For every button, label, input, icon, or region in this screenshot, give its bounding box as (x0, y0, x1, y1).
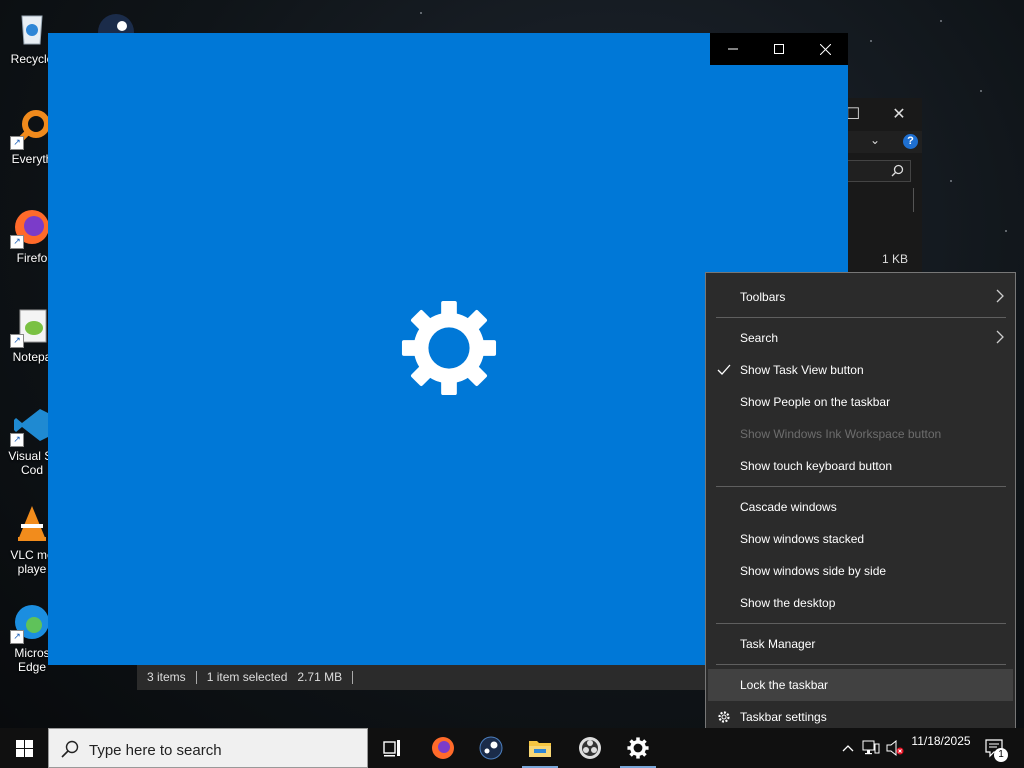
gear-icon (401, 300, 497, 396)
shortcut-arrow-icon: ↗ (10, 433, 24, 447)
file-explorer-icon (529, 741, 551, 757)
task-view-button[interactable] (368, 728, 416, 768)
settings-gear-icon (627, 737, 649, 759)
maximize-button[interactable] (756, 33, 802, 65)
search-icon (61, 740, 79, 758)
chevron-up-icon (842, 745, 854, 752)
menu-divider (716, 486, 1006, 487)
volume-muted-icon (886, 740, 904, 756)
taskbar-search-box[interactable] (48, 728, 368, 768)
notification-count-badge: 1 (994, 748, 1008, 762)
shortcut-arrow-icon: ↗ (10, 136, 24, 150)
tray-volume[interactable] (884, 728, 906, 768)
tray-network[interactable] (860, 728, 882, 768)
taskbar-obs[interactable] (566, 728, 614, 768)
menu-item-label: Show People on the taskbar (740, 395, 891, 409)
menu-item-show-desktop[interactable]: Show the desktop (708, 587, 1013, 619)
menu-item-label: Show Task View button (740, 363, 864, 377)
gear-icon (718, 711, 730, 723)
menu-item-show-task-view[interactable]: Show Task View button (708, 354, 1013, 386)
minimize-button[interactable] (710, 33, 756, 65)
shortcut-arrow-icon: ↗ (10, 235, 24, 249)
chevron-down-icon[interactable]: ⌄ (870, 133, 880, 147)
taskbar: 11/18/2025 1 (0, 728, 1024, 768)
taskbar-file-explorer[interactable] (516, 728, 564, 768)
menu-item-label: Cascade windows (740, 500, 837, 514)
window-titlebar-controls (710, 33, 848, 65)
menu-item-label: Lock the taskbar (740, 678, 829, 692)
status-size: 2.71 MB (297, 670, 343, 684)
checkmark-icon (717, 364, 731, 375)
status-items-count: 3 items (147, 670, 186, 684)
menu-item-show-people[interactable]: Show People on the taskbar (708, 386, 1013, 418)
edge-icon: ↗ (10, 602, 52, 644)
chevron-right-icon (996, 289, 1004, 303)
shortcut-arrow-icon: ↗ (10, 334, 24, 348)
taskbar-clock[interactable]: 11/18/2025 (906, 734, 976, 749)
menu-item-task-manager[interactable]: Task Manager (708, 628, 1013, 660)
start-button[interactable] (0, 728, 48, 768)
vlc-icon (12, 504, 52, 544)
steam-icon (479, 736, 503, 760)
menu-item-label: Show windows side by side (740, 564, 887, 578)
network-icon (862, 740, 880, 755)
menu-item-label: Show touch keyboard button (740, 459, 893, 473)
help-icon[interactable]: ? (903, 134, 918, 149)
menu-item-label: Toolbars (740, 290, 786, 304)
menu-item-label: Show Windows Ink Workspace button (740, 427, 942, 441)
taskbar-settings[interactable] (614, 728, 662, 768)
menu-item-label: Search (740, 331, 779, 345)
menu-item-cascade-windows[interactable]: Cascade windows (708, 491, 1013, 523)
menu-item-lock-taskbar[interactable]: Lock the taskbar (708, 669, 1013, 701)
task-view-icon (383, 740, 400, 757)
menu-item-search[interactable]: Search (708, 322, 1013, 354)
close-button[interactable]: ✕ (876, 98, 922, 130)
close-button[interactable] (802, 33, 848, 65)
menu-divider (716, 623, 1006, 624)
menu-item-label: Show windows stacked (740, 532, 865, 546)
menu-item-show-windows-stacked[interactable]: Show windows stacked (708, 523, 1013, 555)
menu-item-show-touch-keyboard[interactable]: Show touch keyboard button (708, 450, 1013, 482)
taskbar-steam[interactable] (467, 728, 515, 768)
column-divider (913, 188, 914, 212)
menu-item-label: Taskbar settings (740, 710, 827, 724)
search-icon (891, 164, 904, 177)
windows-logo-icon (15, 739, 33, 757)
file-size-cell: 1 KB (882, 252, 909, 266)
recycle-bin-icon (12, 8, 52, 48)
menu-item-label: Task Manager (740, 637, 816, 651)
status-selected: 1 item selected (206, 670, 288, 684)
clock-date: 11/18/2025 (911, 734, 971, 748)
menu-divider (716, 664, 1006, 665)
taskbar-context-menu: Toolbars Search Show Task View button Sh… (705, 272, 1016, 741)
menu-item-toolbars[interactable]: Toolbars (708, 281, 1013, 313)
everything-search-icon: ↗ (10, 108, 52, 150)
shortcut-arrow-icon: ↗ (10, 630, 24, 644)
notepad-plus-plus-icon: ↗ (10, 306, 52, 348)
vscode-icon: ↗ (10, 405, 52, 447)
menu-divider (716, 317, 1006, 318)
firefox-icon: ↗ (10, 207, 52, 249)
obs-icon (579, 737, 601, 759)
chevron-right-icon (996, 330, 1004, 344)
menu-item-show-ink-workspace: Show Windows Ink Workspace button (708, 418, 1013, 450)
firefox-icon (432, 737, 454, 759)
tray-overflow-button[interactable] (838, 728, 858, 768)
taskbar-firefox[interactable] (419, 728, 467, 768)
notification-center-button[interactable]: 1 (980, 728, 1010, 768)
search-input[interactable] (87, 739, 361, 761)
menu-item-show-windows-side-by-side[interactable]: Show windows side by side (708, 555, 1013, 587)
menu-item-label: Show the desktop (740, 596, 836, 610)
